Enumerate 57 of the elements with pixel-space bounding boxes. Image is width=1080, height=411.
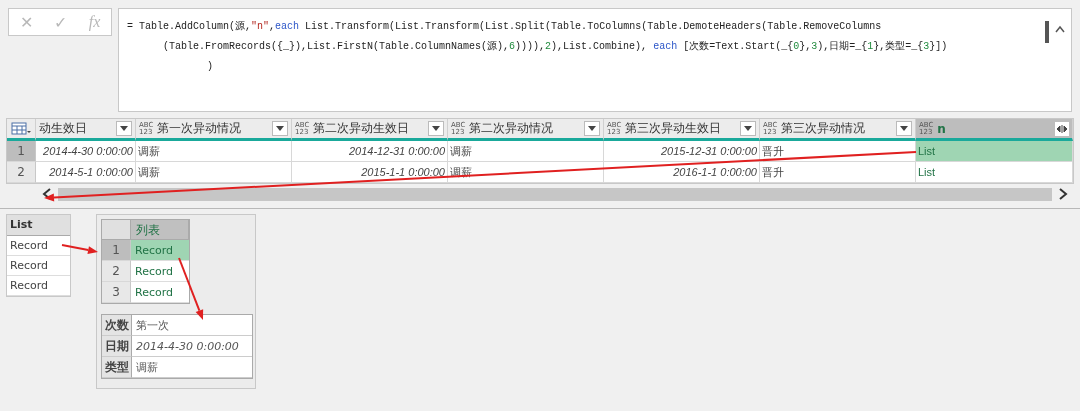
row-number[interactable]: 1 [102,240,131,261]
filter-button[interactable] [896,121,912,136]
formula-line: ) [206,60,214,74]
filter-button[interactable] [428,121,444,136]
list-item: Record [7,236,70,256]
table-cell: 2014-5-1 0:00:00 [36,162,136,183]
filter-button[interactable] [272,121,288,136]
field-name: 日期 [102,336,132,357]
table-cell[interactable]: Record [131,282,189,303]
table-cell: 2015-12-31 0:00:00 [604,141,760,162]
table-cell[interactable]: List [916,162,1073,183]
filter-button[interactable] [584,121,600,136]
list-header: List [7,215,70,236]
expand-icon[interactable] [1055,121,1069,136]
filter-button[interactable] [116,121,132,136]
cursor-icon [1045,21,1049,43]
filter-button[interactable] [740,121,756,136]
row-number[interactable]: 2 [102,261,131,282]
scroll-right-icon[interactable] [1058,188,1068,200]
table-cell: 调薪 [136,162,292,183]
field-name: 次数 [102,315,132,336]
row-number[interactable]: 1 [7,141,36,162]
formula-line: = Table.AddColumn(源,"n",each List.Transform(List.Transform(List.Split(Table.ToColumns(Table.DemoteHeaders(Table.RemoveColumns [127,20,883,34]
formula-field[interactable] [118,8,1072,112]
arrow [61,244,98,254]
table-cell: 调薪 [136,141,292,162]
table-cell[interactable]: List [916,141,1073,162]
row-number[interactable]: 2 [7,162,36,183]
field-value: 调薪 [132,357,252,378]
field-name: 类型 [102,357,132,378]
list-item: Record [7,256,70,276]
field-value: 第一次 [132,315,252,336]
table-cell[interactable]: Record [131,261,189,282]
row-number[interactable]: 3 [102,282,131,303]
caret-icon [120,126,128,131]
table-cell: 晋升 [760,162,916,183]
caret-icon [432,126,440,131]
caret-icon [276,126,284,131]
formula-line: (Table.FromRecords({_}),List.FirstN(Table.ColumnNames(源),6)))),2),List.Combine), each [次数=Text.Start(_{0},3),日期=_{1},类型=_{3}]) [162,39,949,54]
table-cell: 晋升 [760,141,916,162]
table-cell: 2014-4-30 0:00:00 [36,141,136,162]
collapse-icon[interactable] [1055,25,1065,33]
caret-icon [588,126,596,131]
column-header: 列表 [131,220,189,240]
scrollbar-thumb[interactable] [58,187,1052,201]
table-cell: 调薪 [448,141,604,162]
table-cell[interactable]: Record [131,240,189,261]
table-cell: 2014-12-31 0:00:00 [292,141,448,162]
field-value: 2014-4-30 0:00:00 [132,336,252,357]
table-icon[interactable] [11,121,31,136]
caret-icon [744,126,752,131]
caret-icon [900,126,908,131]
arrow [178,257,204,320]
table-cell: 2016-1-1 0:00:00 [604,162,760,183]
column-header[interactable]: 动生效日 [36,119,136,141]
table-cell: 2015-1-1 0:00:00 [292,162,448,183]
list-item: Record [7,276,70,296]
